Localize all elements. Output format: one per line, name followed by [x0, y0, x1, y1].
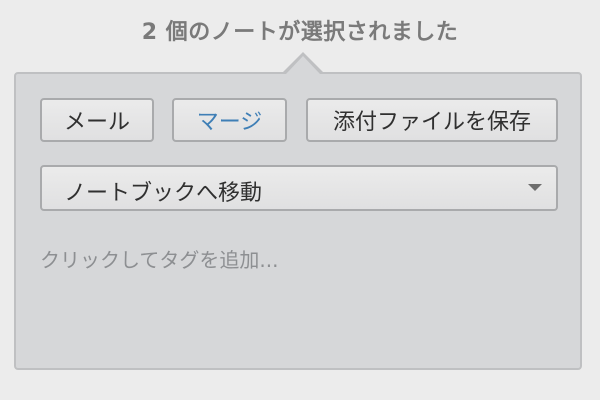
- move-to-notebook-label: ノートブックへ移動: [64, 181, 263, 206]
- panel-pointer: [286, 56, 320, 74]
- chevron-down-icon: [528, 184, 542, 191]
- merge-button[interactable]: マージ: [172, 98, 287, 142]
- selection-count-title: 2 個のノートが選択されました: [141, 20, 459, 45]
- save-attachments-button[interactable]: 添付ファイルを保存: [306, 98, 558, 142]
- move-to-notebook-dropdown[interactable]: ノートブックへ移動: [40, 165, 558, 211]
- add-tag-input[interactable]: クリックしてタグを追加...: [40, 244, 440, 274]
- mail-button[interactable]: メール: [40, 98, 154, 142]
